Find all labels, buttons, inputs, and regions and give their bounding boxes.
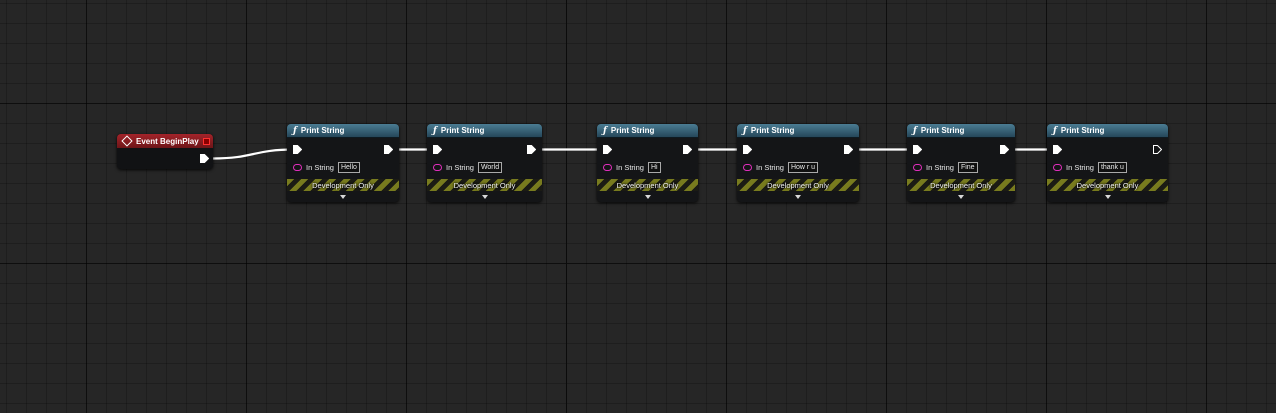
development-only-banner: Development Only <box>597 179 698 191</box>
delegate-pin-icon[interactable] <box>203 138 210 145</box>
in-string-value-field[interactable]: Hi <box>647 162 661 173</box>
in-string-row: In String thank u <box>1053 162 1127 173</box>
string-pin-icon[interactable] <box>1053 164 1062 171</box>
exec-in-pin-icon[interactable] <box>603 145 612 154</box>
string-pin-icon[interactable] <box>913 164 922 171</box>
function-node-header: ƒ Print String <box>1047 124 1168 138</box>
chevron-down-icon[interactable] <box>795 195 801 199</box>
in-string-row: In String Hello <box>293 162 360 173</box>
string-pin-icon[interactable] <box>743 164 752 171</box>
chevron-down-icon[interactable] <box>958 195 964 199</box>
in-string-value-field[interactable]: Fine <box>957 162 978 173</box>
development-only-label: Development Only <box>616 180 679 190</box>
in-string-label: In String <box>306 163 334 172</box>
in-string-value-field[interactable]: How r u <box>787 162 819 173</box>
in-string-row: In String How r u <box>743 162 819 173</box>
in-string-label: In String <box>1066 163 1094 172</box>
function-icon: ƒ <box>293 125 297 136</box>
function-node-title: Print String <box>920 126 965 135</box>
function-node-title: Print String <box>1060 126 1105 135</box>
function-node-header: ƒ Print String <box>597 124 698 138</box>
function-icon: ƒ <box>603 125 607 136</box>
development-only-label: Development Only <box>1076 180 1139 190</box>
development-only-label: Development Only <box>312 180 374 190</box>
print-string-node-5[interactable]: ƒ Print String In String Fine Developmen… <box>907 124 1015 202</box>
exec-wire-event-to-node-1 <box>212 148 295 160</box>
print-string-node-3[interactable]: ƒ Print String In String Hi Development … <box>597 124 698 202</box>
event-beginplay-node[interactable]: Event BeginPlay <box>117 134 213 169</box>
development-only-banner: Development Only <box>1047 179 1168 191</box>
function-node-header: ƒ Print String <box>907 124 1015 138</box>
in-string-row: In String Fine <box>913 162 978 173</box>
development-only-label: Development Only <box>930 180 992 190</box>
in-string-label: In String <box>446 163 474 172</box>
exec-out-pin-icon[interactable] <box>844 145 853 154</box>
in-string-label: In String <box>756 163 784 172</box>
exec-out-pin-icon[interactable] <box>683 145 692 154</box>
blueprint-graph-canvas[interactable]: Event BeginPlay ƒ Print String In String… <box>0 0 1276 413</box>
graph-origin-axis <box>566 0 567 413</box>
exec-out-pin-icon[interactable] <box>384 145 393 154</box>
diamond-icon <box>121 135 133 147</box>
development-only-banner: Development Only <box>737 179 859 191</box>
in-string-row: In String World <box>433 162 503 173</box>
development-only-label: Development Only <box>453 180 516 190</box>
chevron-down-icon[interactable] <box>481 195 488 199</box>
print-string-node-4[interactable]: ƒ Print String In String How r u Develop… <box>737 124 859 202</box>
exec-out-pin-icon[interactable] <box>527 145 536 154</box>
function-node-header: ƒ Print String <box>287 124 399 138</box>
exec-out-pin-icon[interactable] <box>1000 145 1009 154</box>
function-node-header: ƒ Print String <box>427 124 542 138</box>
exec-in-pin-icon[interactable] <box>293 145 302 154</box>
function-icon: ƒ <box>433 125 437 136</box>
event-node-header: Event BeginPlay <box>117 134 213 148</box>
in-string-value-field[interactable]: World <box>477 162 503 173</box>
function-icon: ƒ <box>743 125 747 136</box>
function-icon: ƒ <box>913 125 917 136</box>
chevron-down-icon[interactable] <box>340 195 346 199</box>
print-string-node-1[interactable]: ƒ Print String In String Hello Developme… <box>287 124 399 202</box>
in-string-label: In String <box>616 163 644 172</box>
function-node-title: Print String <box>300 126 345 135</box>
in-string-label: In String <box>926 163 954 172</box>
exec-in-pin-icon[interactable] <box>433 145 442 154</box>
in-string-value-field[interactable]: Hello <box>337 162 360 173</box>
development-only-label: Development Only <box>767 180 829 190</box>
event-node-title: Event BeginPlay <box>136 136 199 146</box>
string-pin-icon[interactable] <box>603 164 612 171</box>
exec-wires <box>212 148 1053 160</box>
in-string-value-field[interactable]: thank u <box>1097 162 1127 173</box>
chevron-down-icon[interactable] <box>1104 195 1111 199</box>
development-only-banner: Development Only <box>427 179 542 191</box>
print-string-node-2[interactable]: ƒ Print String In String World Developme… <box>427 124 542 202</box>
exec-pin-icon[interactable] <box>200 154 209 163</box>
exec-out-pin-icon[interactable] <box>1153 145 1162 154</box>
development-only-banner: Development Only <box>907 179 1015 191</box>
function-node-title: Print String <box>440 126 485 135</box>
function-node-header: ƒ Print String <box>737 124 859 138</box>
function-node-title: Print String <box>750 126 795 135</box>
exec-in-pin-icon[interactable] <box>913 145 922 154</box>
function-node-title: Print String <box>610 126 655 135</box>
development-only-banner: Development Only <box>287 179 399 191</box>
print-string-node-6[interactable]: ƒ Print String In String thank u Develop… <box>1047 124 1168 202</box>
exec-in-pin-icon[interactable] <box>1053 145 1062 154</box>
chevron-down-icon[interactable] <box>644 195 651 199</box>
in-string-row: In String Hi <box>603 162 661 173</box>
string-pin-icon[interactable] <box>433 164 442 171</box>
string-pin-icon[interactable] <box>293 164 302 171</box>
function-icon: ƒ <box>1053 125 1057 136</box>
exec-in-pin-icon[interactable] <box>743 145 752 154</box>
